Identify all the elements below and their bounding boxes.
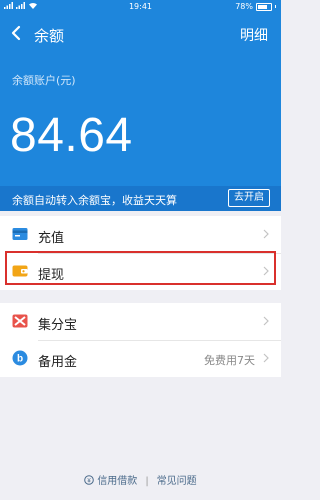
beiyongjin-icon: b	[12, 350, 28, 366]
page-title: 余额	[34, 27, 65, 45]
recharge-card-icon	[12, 228, 28, 240]
recharge-label: 充值	[38, 231, 65, 246]
chevron-right-icon	[263, 229, 269, 239]
battery-indicator: 78%	[235, 2, 276, 11]
services-list: 集分宝 b 备用金 免费用7天	[0, 303, 281, 377]
faq-link[interactable]: 常见问题	[157, 476, 197, 487]
enable-auto-transfer-button[interactable]: 去开启	[228, 189, 270, 207]
status-bar: 19:41 78%	[0, 0, 281, 14]
back-arrow-icon[interactable]	[8, 23, 26, 43]
beiyongjin-label: 备用金	[38, 355, 78, 370]
jifenbao-row[interactable]: 集分宝	[0, 303, 281, 340]
jifenbao-label: 集分宝	[38, 318, 78, 333]
jifenbao-icon	[12, 314, 28, 328]
recharge-row[interactable]: 充值	[0, 216, 281, 253]
account-label: 余额账户(元)	[12, 74, 76, 87]
credit-loan-link[interactable]: 信用借款	[97, 476, 137, 487]
svg-text:b: b	[17, 354, 23, 365]
footer-divider: |	[145, 476, 149, 487]
balance-amount: 84.64	[10, 109, 133, 162]
battery-percent: 78%	[235, 2, 253, 11]
chevron-right-icon	[263, 353, 269, 363]
nav-bar: 余额 明细	[0, 14, 281, 52]
footer-links: ¥ 信用借款 | 常见问题	[0, 472, 281, 487]
balance-header: 余额 明细 余额账户(元) 84.64	[0, 14, 281, 186]
chevron-right-icon	[263, 316, 269, 326]
details-link[interactable]: 明细	[240, 25, 268, 45]
battery-icon	[256, 2, 272, 11]
battery-cap	[275, 5, 276, 8]
withdraw-highlight-box	[5, 251, 276, 285]
beiyongjin-hint: 免费用7天	[204, 354, 255, 367]
beiyongjin-row[interactable]: b 备用金 免费用7天	[0, 340, 281, 377]
auto-transfer-banner: 余额自动转入余额宝，收益天天算 去开启	[0, 186, 281, 211]
credit-loan-icon: ¥	[84, 475, 95, 485]
auto-transfer-text: 余额自动转入余额宝，收益天天算	[12, 194, 177, 207]
